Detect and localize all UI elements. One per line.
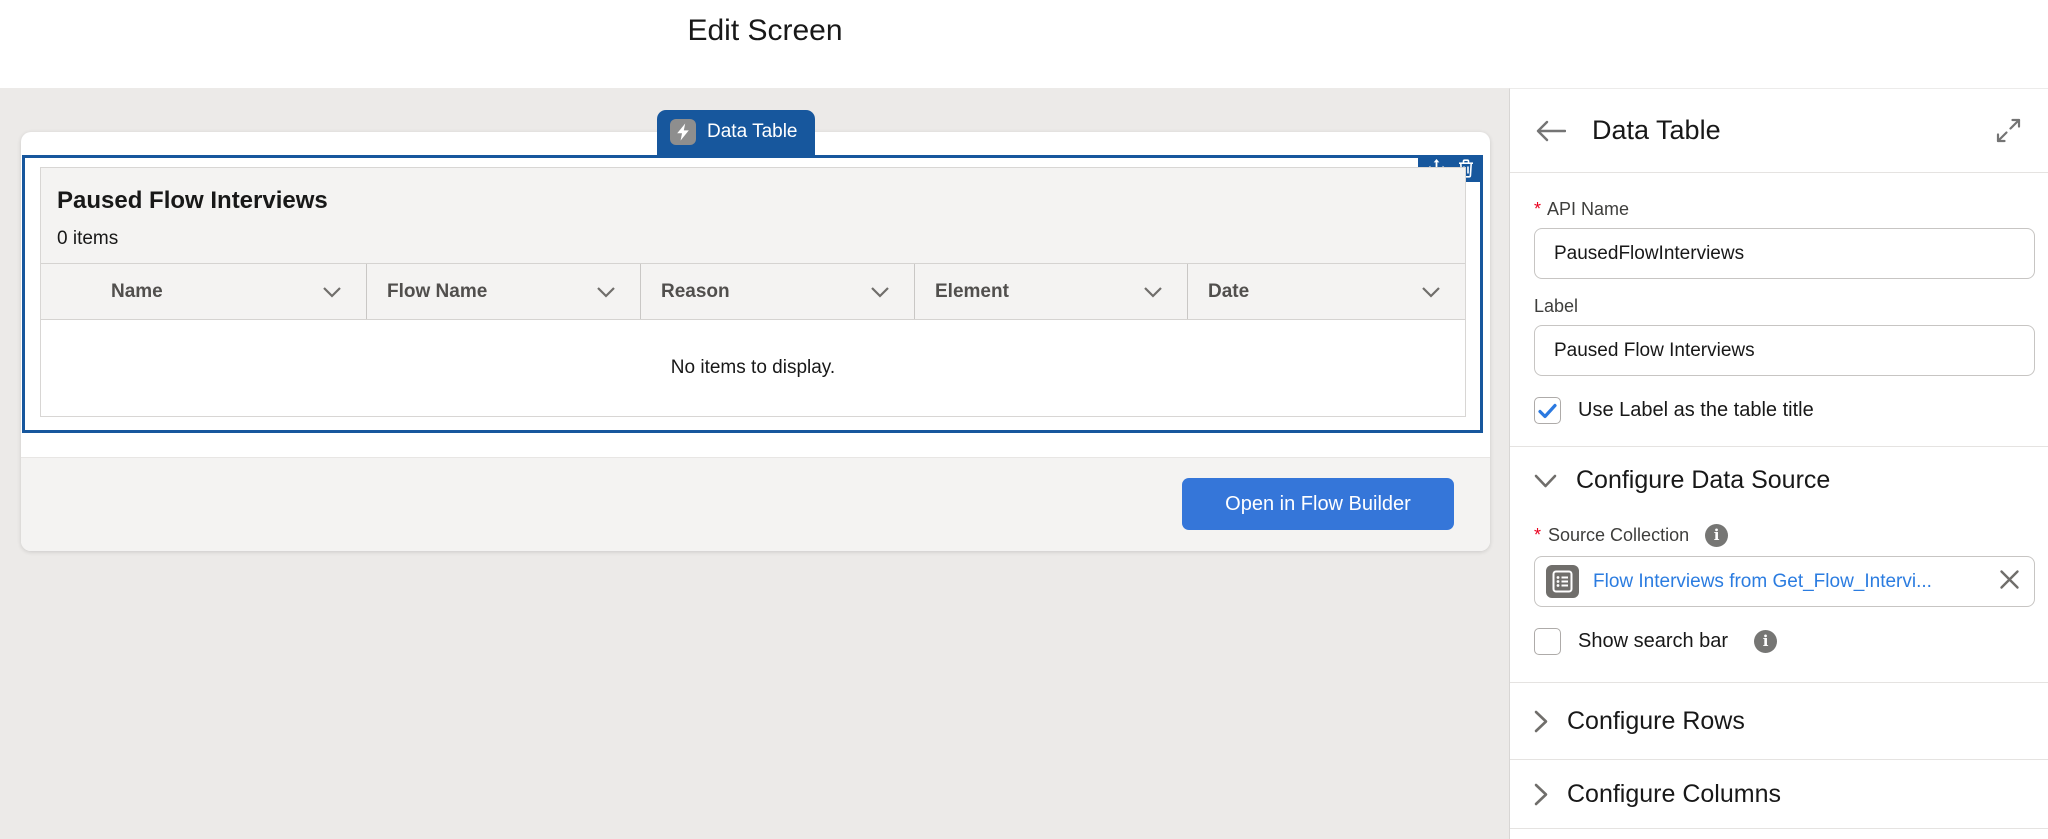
show-search-bar-checkbox[interactable] <box>1534 628 1561 655</box>
chevron-down-icon <box>1144 286 1162 298</box>
column-header-name[interactable]: Name <box>41 264 366 319</box>
required-asterisk: * <box>1534 199 1542 219</box>
section-configure-data-source[interactable]: Configure Data Source <box>1534 466 2035 495</box>
section-divider <box>1510 446 2048 447</box>
info-icon[interactable] <box>1754 630 1778 653</box>
table-item-count: 0 items <box>57 228 119 249</box>
chevron-right-icon <box>1534 783 1548 805</box>
modal-header: Edit Screen <box>0 0 2048 88</box>
panel-header: Data Table <box>1510 89 2048 173</box>
api-name-input[interactable] <box>1534 228 2035 279</box>
data-table-preview-header: Paused Flow Interviews 0 items <box>41 168 1465 263</box>
selected-data-table-component[interactable]: Paused Flow Interviews 0 items Name Flow… <box>22 155 1483 433</box>
section-configure-columns[interactable]: Configure Columns <box>1510 760 2048 829</box>
lightning-bolt-icon <box>670 118 696 145</box>
panel-title: Data Table <box>1592 115 1721 145</box>
chevron-right-icon <box>1534 710 1548 732</box>
column-header-element[interactable]: Element <box>914 264 1187 319</box>
expand-icon <box>1996 118 2021 143</box>
show-search-bar-row[interactable]: Show search bar <box>1534 628 2035 655</box>
source-collection-label: * Source Collection <box>1534 524 2035 547</box>
use-label-checkbox[interactable] <box>1534 397 1561 424</box>
open-in-flow-builder-button[interactable]: Open in Flow Builder <box>1182 478 1454 530</box>
column-header-flow-name[interactable]: Flow Name <box>366 264 640 319</box>
table-header-row: Name Flow Name Reason Element Date <box>41 263 1465 320</box>
source-collection-link[interactable]: Flow Interviews from Get_Flow_Intervi... <box>1593 571 1985 593</box>
component-type-badge: Data Table <box>657 110 815 155</box>
column-header-reason[interactable]: Reason <box>640 264 914 319</box>
show-search-bar-label: Show search bar <box>1578 630 1729 652</box>
page-title: Edit Screen <box>687 14 843 47</box>
required-asterisk: * <box>1534 525 1542 545</box>
chevron-down-icon <box>323 286 341 298</box>
chevron-down-icon <box>597 286 615 298</box>
screen-card: Paused Flow Interviews 0 items Name Flow… <box>21 132 1490 551</box>
table-title: Paused Flow Interviews <box>57 187 328 214</box>
component-badge-label: Data Table <box>707 120 798 142</box>
column-header-date[interactable]: Date <box>1187 264 1465 319</box>
info-icon[interactable] <box>1705 524 1729 547</box>
label-input[interactable] <box>1534 325 2035 376</box>
back-arrow-icon <box>1536 120 1566 141</box>
properties-panel: Data Table * API Name Label Use Label as… <box>1509 88 2048 839</box>
screen-canvas: Data Table Paused Flow Interviews 0 item… <box>0 88 1509 839</box>
card-footer: Open in Flow Builder <box>21 457 1490 551</box>
section-configure-rows[interactable]: Configure Rows <box>1510 683 2048 760</box>
use-label-checkbox-row[interactable]: Use Label as the table title <box>1534 397 2035 424</box>
use-label-checkbox-label: Use Label as the table title <box>1578 399 1814 421</box>
chevron-down-icon <box>1534 474 1557 487</box>
clear-icon[interactable] <box>1999 569 2020 595</box>
back-button[interactable] <box>1536 120 1566 142</box>
api-name-label: * API Name <box>1534 199 1630 219</box>
chevron-down-icon <box>1422 286 1440 298</box>
checkmark-icon <box>1538 403 1557 418</box>
data-table-preview: Paused Flow Interviews 0 items Name Flow… <box>40 167 1466 417</box>
expand-button[interactable] <box>1995 117 2022 144</box>
empty-message: No items to display. <box>670 357 836 378</box>
source-collection-combobox[interactable]: Flow Interviews from Get_Flow_Intervi... <box>1534 556 2035 607</box>
record-collection-icon <box>1546 565 1579 598</box>
chevron-down-icon <box>871 286 889 298</box>
panel-body: * API Name Label Use Label as the table … <box>1510 199 2048 829</box>
label-field-label: Label <box>1534 296 1579 316</box>
table-empty-state: No items to display. <box>41 320 1465 416</box>
